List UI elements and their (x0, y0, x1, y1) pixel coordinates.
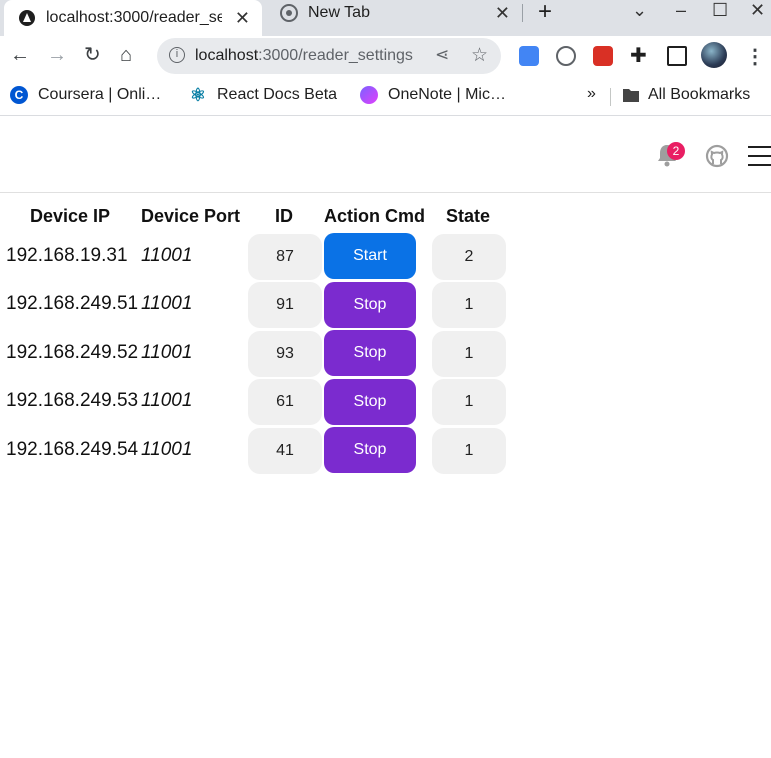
device-ip-cell: 192.168.249.51 (6, 293, 139, 314)
device-port-cell: 11001 (141, 439, 193, 460)
google-translate-icon[interactable] (519, 46, 539, 66)
tab-search-chevron-icon[interactable]: ⌄ (632, 0, 647, 20)
device-ip-cell: 192.168.249.52 (6, 342, 139, 363)
device-ip-cell: 192.168.19.31 (6, 245, 128, 266)
column-header-state: State (446, 206, 491, 226)
new-tab-plus-icon[interactable]: + (538, 0, 552, 24)
minimize-icon[interactable]: – (676, 0, 686, 20)
react-icon: ⚛ (189, 84, 207, 105)
reload-icon[interactable]: ↻ (84, 44, 101, 66)
stop-button[interactable]: Stop (324, 427, 416, 473)
app-favicon-icon (19, 10, 35, 26)
close-tab-icon[interactable]: ✕ (495, 3, 510, 24)
hamburger-menu-icon[interactable] (748, 146, 771, 166)
side-panel-icon[interactable] (667, 46, 687, 66)
device-id-cell: 61 (248, 379, 322, 425)
app-header: 2 (0, 117, 771, 193)
chrome-icon (280, 4, 298, 22)
profile-avatar[interactable] (701, 42, 727, 68)
stop-button[interactable]: Stop (324, 379, 416, 425)
column-header-device-ip: Device IP (30, 206, 111, 226)
state-cell: 1 (432, 428, 506, 474)
extension-red-icon[interactable] (593, 46, 613, 66)
tab-new-tab[interactable]: New Tab ✕ (270, 0, 522, 26)
start-button[interactable]: Start (324, 233, 416, 279)
coursera-icon: C (10, 86, 28, 104)
device-id-cell: 87 (248, 234, 322, 280)
extensions-puzzle-icon[interactable]: ✚ (630, 46, 650, 66)
device-id-cell: 41 (248, 428, 322, 474)
device-ip-cell: 192.168.249.53 (6, 390, 139, 411)
state-cell: 1 (432, 282, 506, 328)
bookmark-coursera[interactable]: C Coursera | Onli… (10, 86, 161, 104)
menu-kebab-icon[interactable]: ⋮ (745, 44, 765, 69)
close-tab-icon[interactable]: ✕ (235, 8, 250, 29)
browser-toolbar: ← → ↻ ⌂ i localhost:3000/reader_settings… (0, 36, 771, 76)
stop-button[interactable]: Stop (324, 282, 416, 328)
back-arrow-icon[interactable]: ← (10, 44, 30, 66)
stop-button[interactable]: Stop (324, 330, 416, 376)
column-header-device-port: Device Port (141, 206, 241, 226)
device-ip-cell: 192.168.249.54 (6, 439, 139, 460)
bookmark-react-docs[interactable]: ⚛ React Docs Beta (189, 84, 337, 105)
tab-reader-settings[interactable]: localhost:3000/reader_settings ✕ (4, 0, 262, 36)
bookmarks-bar: C Coursera | Onli… ⚛ React Docs Beta One… (0, 76, 771, 116)
share-icon[interactable]: ⋖ (435, 45, 449, 65)
address-bar[interactable]: i localhost:3000/reader_settings ⋖ ☆ (157, 38, 501, 74)
github-icon[interactable] (705, 144, 729, 168)
state-cell: 1 (432, 331, 506, 377)
url-text[interactable]: localhost:3000/reader_settings (195, 47, 413, 65)
forward-arrow-icon[interactable]: → (47, 44, 67, 66)
tab-title: New Tab (308, 4, 370, 21)
more-bookmarks-chevron-icon[interactable]: » (587, 85, 596, 103)
bookmark-star-icon[interactable]: ☆ (471, 44, 488, 67)
device-port-cell: 11001 (141, 342, 193, 363)
tab-title: localhost:3000/reader_settings (46, 9, 222, 26)
home-icon[interactable]: ⌂ (120, 44, 132, 66)
state-cell: 1 (432, 379, 506, 425)
maximize-icon[interactable]: ☐ (712, 0, 728, 20)
tab-strip: localhost:3000/reader_settings ✕ New Tab… (0, 0, 771, 36)
device-port-cell: 11001 (141, 245, 193, 266)
close-window-icon[interactable]: ✕ (750, 0, 765, 20)
notification-count-badge: 2 (667, 142, 685, 160)
device-id-cell: 91 (248, 282, 322, 328)
device-id-cell: 93 (248, 331, 322, 377)
site-info-icon[interactable]: i (169, 47, 185, 63)
all-bookmarks-folder[interactable]: All Bookmarks (622, 86, 750, 104)
device-port-cell: 11001 (141, 390, 193, 411)
column-header-action-cmd: Action Cmd (324, 206, 425, 226)
bookmarks-separator (610, 88, 611, 106)
device-port-cell: 11001 (141, 293, 193, 314)
bookmark-onenote[interactable]: OneNote | Mic… (360, 86, 506, 104)
folder-icon (623, 89, 639, 102)
column-header-id: ID (275, 206, 293, 226)
state-cell: 2 (432, 234, 506, 280)
onenote-icon (360, 86, 378, 104)
line-extension-icon[interactable] (556, 46, 576, 66)
tab-separator (522, 4, 523, 22)
